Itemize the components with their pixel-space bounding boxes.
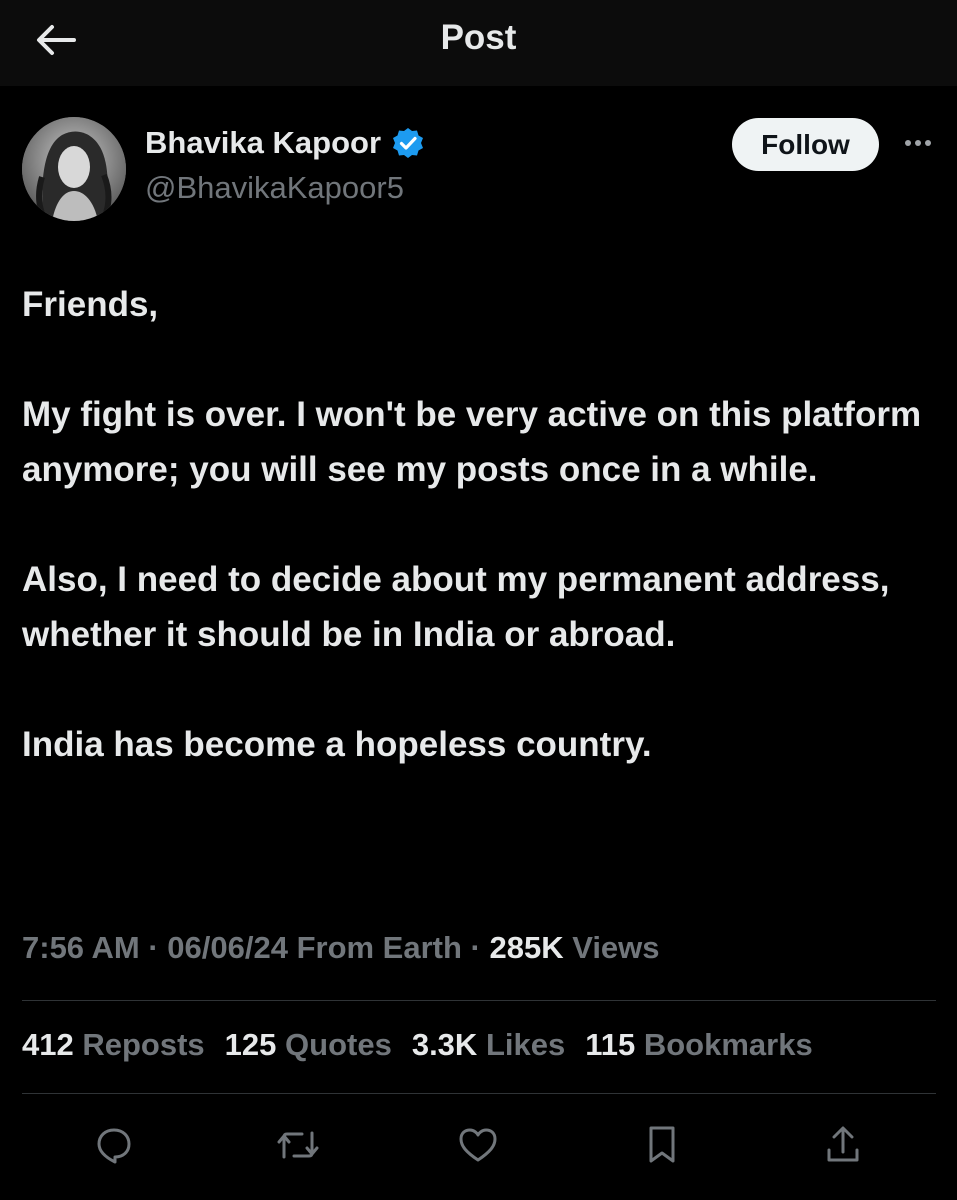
more-options-icon[interactable]: [896, 128, 940, 158]
stat-bookmarks[interactable]: 115 Bookmarks: [585, 1027, 813, 1063]
author-name-text: Bhavika Kapoor: [145, 125, 382, 160]
post-paragraph: India has become a hopeless country.: [22, 725, 652, 764]
reply-icon[interactable]: [84, 1115, 144, 1175]
meta-separator: ·: [139, 930, 168, 965]
stat-quotes[interactable]: 125 Quotes: [225, 1027, 392, 1063]
follow-button[interactable]: Follow: [732, 118, 879, 171]
author-handle[interactable]: @BhavikaKapoor5: [145, 170, 404, 206]
verified-badge-icon[interactable]: [391, 126, 425, 160]
bookmark-icon[interactable]: [632, 1115, 692, 1175]
share-icon[interactable]: [813, 1115, 873, 1175]
more-dot: [925, 140, 931, 146]
divider: [22, 1093, 936, 1094]
action-bar: [0, 1115, 957, 1175]
divider: [22, 1000, 936, 1001]
top-bar: Post: [0, 0, 957, 86]
author-display-name[interactable]: Bhavika Kapoor: [145, 125, 425, 161]
avatar-image: [22, 117, 126, 221]
post-paragraph: My fight is over. I won't be very active…: [22, 395, 922, 489]
post-source: From Earth: [287, 930, 462, 965]
stat-reposts[interactable]: 412 Reposts: [22, 1027, 205, 1063]
post-metadata: 7:56 AM · 06/06/24 From Earth · 285K Vie…: [22, 930, 660, 966]
post-paragraph: Also, I need to decide about my permanen…: [22, 560, 890, 654]
more-dot: [905, 140, 911, 146]
more-dot: [915, 140, 921, 146]
page-title: Post: [440, 18, 517, 57]
stat-likes[interactable]: 3.3K Likes: [412, 1027, 565, 1063]
views-count: 285K: [489, 930, 564, 965]
avatar[interactable]: [22, 117, 126, 221]
post-date[interactable]: 06/06/24: [167, 930, 288, 965]
views-label: Views: [563, 930, 660, 965]
engagement-stats: 412 Reposts 125 Quotes 3.3K Likes 115 Bo…: [22, 1027, 813, 1063]
meta-separator: ·: [461, 930, 490, 965]
post-text: Friends, My fight is over. I won't be ve…: [22, 277, 932, 772]
post-time[interactable]: 7:56 AM: [22, 930, 140, 965]
like-icon[interactable]: [448, 1115, 508, 1175]
post-paragraph: Friends,: [22, 285, 159, 324]
repost-icon[interactable]: [268, 1115, 328, 1175]
